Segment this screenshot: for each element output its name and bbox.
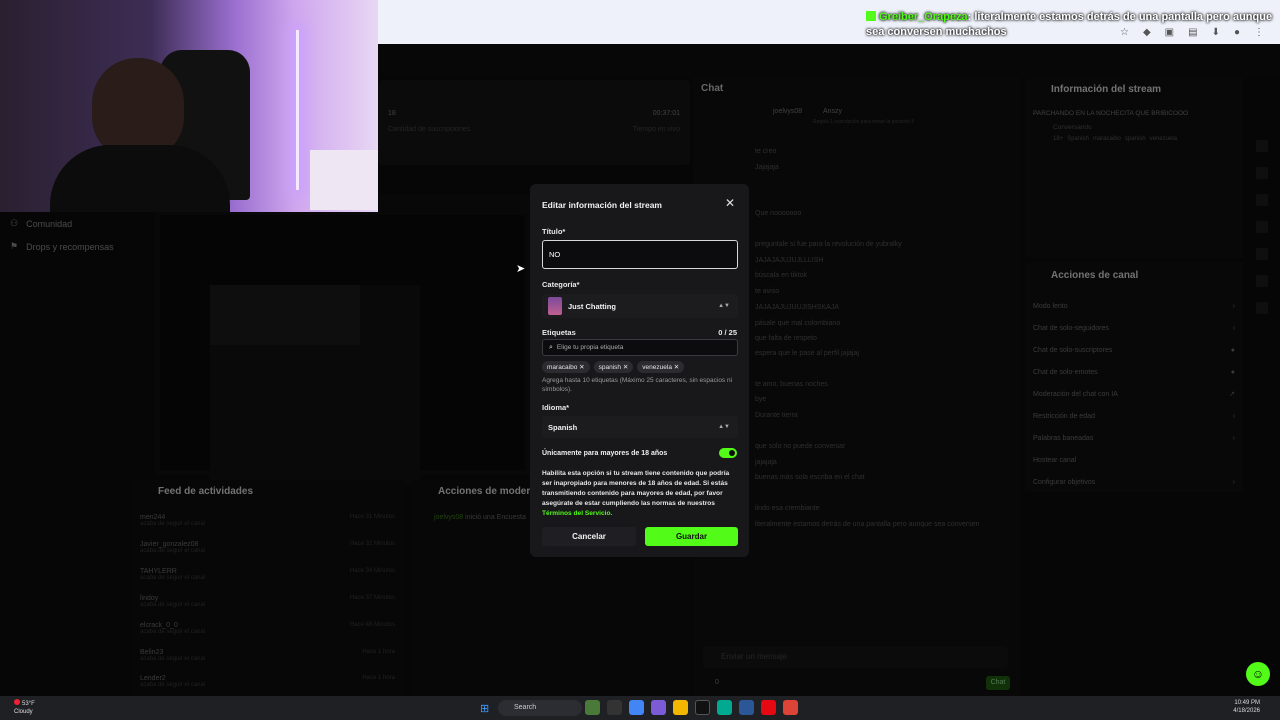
- weather-condition: Cloudy: [14, 709, 33, 715]
- tags-label: Etiquetas: [542, 328, 576, 337]
- adult-help-text: Habilita esta opción si tu stream tiene …: [542, 469, 740, 519]
- weather-widget[interactable]: 53°F Cloudy: [14, 699, 35, 716]
- stream-chat-overlay: Greiber_Orapeza: literalmente estamos de…: [866, 10, 1276, 40]
- title-label: Título*: [542, 227, 566, 236]
- app-icon[interactable]: [651, 700, 666, 715]
- tag-chip[interactable]: venezuela ✕: [637, 361, 685, 373]
- overlay-user: Greiber_Orapeza: [879, 11, 968, 23]
- taskbar-apps: [585, 700, 798, 715]
- taskbar-clock[interactable]: 10:49 PM 4/18/2026: [1233, 699, 1260, 715]
- select-arrows-icon: ▲▼: [718, 424, 730, 430]
- language-value: Spanish: [548, 422, 578, 432]
- save-button[interactable]: Guardar: [645, 527, 738, 546]
- language-label: Idioma*: [542, 403, 570, 412]
- windows-taskbar: 53°F Cloudy ⊞ Search 10:49 PM 4/18/2026: [0, 696, 1280, 720]
- tags-help-text: Agrega hasta 10 etiquetas (Máximo 25 car…: [542, 377, 733, 393]
- weather-icon: [14, 699, 20, 705]
- streamer-body: [50, 145, 230, 212]
- terms-link[interactable]: Términos del Servicio.: [542, 510, 612, 517]
- title-input[interactable]: [542, 240, 738, 269]
- modal-title: Editar información del stream: [542, 200, 662, 210]
- remove-tag-icon[interactable]: ✕: [579, 364, 584, 371]
- tag-chip[interactable]: spanish ✕: [593, 361, 634, 373]
- app-icon[interactable]: [585, 700, 600, 715]
- cancel-button[interactable]: Cancelar: [542, 527, 636, 546]
- led-lamp: [296, 30, 299, 190]
- app-icon[interactable]: [739, 700, 754, 715]
- category-select[interactable]: Just Chatting ▲▼: [542, 294, 738, 318]
- weather-temp: 53°F: [22, 701, 35, 707]
- streamer-head: [92, 58, 184, 158]
- edit-stream-modal: Editar información del stream ✕ Título* …: [530, 184, 749, 557]
- category-value: Just Chatting: [568, 301, 616, 311]
- remove-tag-icon[interactable]: ✕: [623, 364, 628, 371]
- kick-badge-icon: [866, 11, 876, 21]
- app-icon[interactable]: [717, 700, 732, 715]
- adult-help-body: Habilita esta opción si tu stream tiene …: [542, 470, 730, 507]
- mouse-cursor-icon: ➤: [516, 263, 526, 275]
- tag-chips: maracaibo ✕ spanish ✕ venezuela ✕: [542, 361, 685, 373]
- folder-icon[interactable]: [673, 700, 688, 715]
- windows-start-icon[interactable]: ⊞: [480, 702, 489, 715]
- netflix-icon[interactable]: [761, 700, 776, 715]
- chrome-icon[interactable]: [629, 700, 644, 715]
- chrome-profile-icon[interactable]: [783, 700, 798, 715]
- category-thumbnail: [548, 297, 562, 315]
- category-label: Categoría*: [542, 280, 580, 289]
- adult-content-label: Únicamente para mayores de 18 años: [542, 450, 668, 457]
- close-icon[interactable]: ✕: [725, 196, 735, 210]
- webcam-overlay: [0, 0, 378, 212]
- clock-date: 4/18/2026: [1233, 708, 1260, 714]
- language-select[interactable]: Spanish ▲▼: [542, 416, 738, 438]
- tag-chip-label: maracaibo: [547, 364, 578, 371]
- adult-content-toggle[interactable]: [719, 448, 737, 458]
- remove-tag-icon[interactable]: ✕: [674, 364, 679, 371]
- clock-time: 10:49 PM: [1234, 700, 1260, 706]
- tag-chip-label: venezuela: [642, 364, 672, 371]
- tag-search-input[interactable]: ⌕ Elige tu propia etiqueta: [542, 339, 738, 356]
- support-chat-button[interactable]: ☺: [1246, 662, 1270, 686]
- tiktok-icon[interactable]: [695, 700, 710, 715]
- select-arrows-icon: ▲▼: [718, 303, 730, 309]
- tag-placeholder: Elige tu propia etiqueta: [556, 344, 624, 351]
- file-explorer-icon[interactable]: [607, 700, 622, 715]
- bed: [310, 150, 378, 210]
- tags-count: 0 / 25: [718, 328, 737, 337]
- search-icon: ⌕: [549, 343, 553, 351]
- tag-chip-label: spanish: [598, 364, 622, 371]
- tag-chip[interactable]: maracaibo ✕: [542, 361, 590, 373]
- taskbar-search[interactable]: Search: [498, 700, 582, 716]
